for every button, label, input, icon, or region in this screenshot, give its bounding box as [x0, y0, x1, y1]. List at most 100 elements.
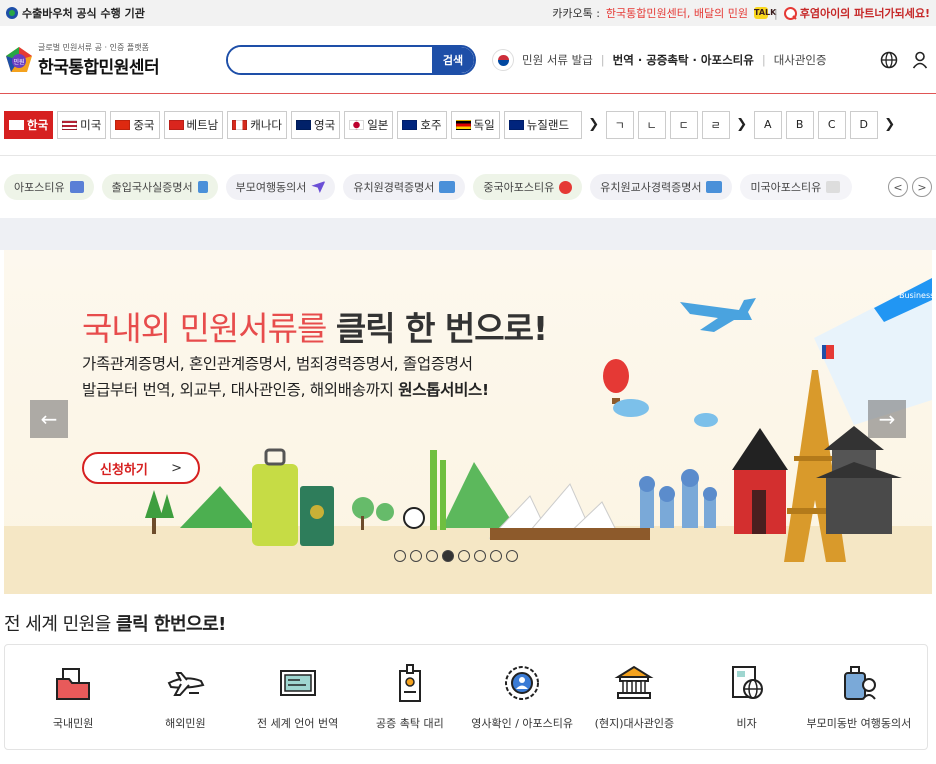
search-bar: 검색 — [226, 44, 476, 75]
country-tab-uk[interactable]: 영국 — [291, 110, 341, 139]
letter-filter-c[interactable]: C — [817, 110, 846, 139]
logo-pentagon-icon: 민원 — [6, 46, 32, 72]
country-tab-japan[interactable]: 일본 — [344, 110, 394, 139]
country-tab-usa[interactable]: 미국 — [57, 110, 107, 139]
country-tab-newzealand[interactable]: 뉴질랜드 — [503, 110, 582, 139]
consonant-filter-d[interactable]: ㄷ — [669, 110, 698, 139]
site-logo[interactable]: 민원 글로벌 민원서류 공 · 인증 플랫폼 한국통합민원센터 — [4, 42, 226, 78]
logo-title: 한국통합민원센터 — [38, 57, 160, 78]
pagination-dot[interactable] — [490, 550, 502, 562]
banner-description: 가족관계증명서, 혼인관계증명서, 범죄경력증명서, 졸업증명서 발급부터 번역… — [82, 355, 489, 399]
banner-headline: 국내외 민원서류를 클릭 한 번으로! — [82, 309, 548, 348]
korea-flag-icon — [9, 119, 24, 130]
kakao-label: 카카오톡 : — [552, 7, 600, 20]
pagination-dot[interactable] — [506, 550, 518, 562]
chip-kindergarten-teacher-career[interactable]: 유치원교사경력증명서 — [590, 174, 733, 200]
chip-next-button[interactable]: > — [912, 177, 932, 197]
book-icon — [197, 181, 208, 193]
pagination-dot[interactable] — [426, 550, 438, 562]
export-voucher-notice[interactable]: 수출바우처 공식 수행 기관 — [6, 5, 145, 21]
main-nav: 민원 서류 발급 | 번역 · 공증촉탁 · 아포스티유 | 대사관인증 — [492, 48, 827, 71]
service-travel-consent[interactable]: 부모미동반 여행동의서 — [807, 663, 911, 731]
badge-icon — [398, 664, 421, 702]
nav-document-issue[interactable]: 민원 서류 발급 — [522, 52, 593, 68]
service-overseas[interactable]: 해외민원 — [133, 663, 237, 731]
chip-china-apostille[interactable]: 중국아포스티유 — [473, 174, 583, 200]
consonant-filter-n[interactable]: ㄴ — [637, 110, 666, 139]
pagination-dot[interactable] — [394, 550, 406, 562]
consonant-filter-r[interactable]: ㄹ — [701, 110, 730, 139]
pagination-dot[interactable] — [442, 550, 454, 562]
kakao-link[interactable]: 한국통합민원센터, 배달의 민원 — [606, 5, 748, 21]
service-visa[interactable]: 비자 — [695, 663, 799, 731]
chip-parent-consent[interactable]: 부모여행동의서 — [225, 174, 336, 200]
top-right-links: 카카오톡 : 한국통합민원센터, 배달의 민원 TALK | 후염아이의 파트너… — [552, 5, 930, 21]
consonant-filter-g[interactable]: ㄱ — [605, 110, 634, 139]
banner-next-button[interactable]: → — [868, 400, 906, 438]
globe-icon[interactable] — [880, 51, 898, 69]
canada-flag-icon — [232, 119, 248, 130]
embassy-icon — [614, 665, 654, 699]
consonant-next-chevron-icon[interactable]: ❯ — [734, 117, 750, 132]
hero-banner: Business 국내외 민원서류를 클릭 한 번으로! 가족관계증명서, 혼인… — [4, 250, 932, 594]
china-flag-icon — [115, 119, 131, 130]
letter-filter-b[interactable]: B — [785, 110, 814, 139]
nav-translation-apostille[interactable]: 번역 · 공증촉탁 · 아포스티유 — [613, 52, 754, 68]
country-tab-vietnam[interactable]: 베트남 — [163, 110, 224, 139]
chip-immigration-record[interactable]: 출입국사실증명서 — [101, 174, 218, 200]
partner-text: 후염아이의 파트너가되세요! — [799, 7, 930, 20]
country-tab-china[interactable]: 중국 — [110, 110, 160, 139]
country-next-chevron-icon[interactable]: ❯ — [586, 117, 602, 132]
service-menu: 국내민원 해외민원 전 세계 언어 번역 공증 촉탁 대리 영사확인 / 아포스… — [4, 644, 928, 750]
letter-filter-a[interactable]: A — [753, 110, 782, 139]
logo-subtitle: 글로벌 민원서류 공 · 인증 플랫폼 — [38, 42, 149, 52]
certificate-icon — [279, 670, 316, 696]
pagination-dot[interactable] — [458, 550, 470, 562]
australia-flag-icon — [402, 119, 418, 130]
partner-link[interactable]: 후염아이의 파트너가되세요! — [783, 5, 930, 21]
pagination-dot[interactable] — [474, 550, 486, 562]
search-input[interactable] — [228, 46, 432, 73]
svg-text:민원: 민원 — [13, 58, 24, 66]
nav-separator: | — [600, 52, 605, 67]
luggage-icon — [843, 666, 876, 700]
apply-button[interactable]: 신청하기 > — [82, 452, 200, 484]
vietnam-flag-icon — [168, 119, 184, 130]
country-tab-australia[interactable]: 호주 — [397, 110, 447, 139]
kakao-icon[interactable]: TALK — [753, 7, 776, 19]
user-icon[interactable] — [912, 51, 928, 69]
nav-embassy-cert[interactable]: 대사관인증 — [774, 52, 827, 68]
service-translation[interactable]: 전 세계 언어 번역 — [246, 663, 350, 731]
pagination-dot[interactable] — [410, 550, 422, 562]
header-icons — [880, 51, 932, 69]
chip-kindergarten-career[interactable]: 유치원경력증명서 — [343, 174, 466, 200]
country-tab-korea[interactable]: 한국 — [4, 110, 54, 139]
letter-next-chevron-icon[interactable]: ❯ — [882, 117, 898, 132]
germany-flag-icon — [455, 119, 471, 130]
letter-filter-d[interactable]: D — [849, 110, 878, 139]
usa-flag-icon — [62, 119, 78, 130]
banner-prev-button[interactable]: ← — [30, 400, 68, 438]
service-notary[interactable]: 공증 촉탁 대리 — [358, 663, 462, 731]
id-card-icon — [439, 181, 456, 193]
chip-prev-button[interactable]: < — [888, 177, 908, 197]
banner-pagination — [394, 550, 518, 562]
visa-icon — [731, 666, 763, 699]
chip-apostille[interactable]: 아포스티유 — [4, 174, 94, 200]
nav-separator: | — [761, 52, 766, 67]
seal-icon — [505, 666, 540, 700]
korea-taeguk-icon — [492, 48, 514, 71]
service-domestic[interactable]: 국내민원 — [21, 663, 125, 731]
svg-text:Business: Business — [899, 291, 932, 300]
search-button[interactable]: 검색 — [432, 46, 474, 73]
country-tab-germany[interactable]: 독일 — [450, 110, 500, 139]
service-consular-apostille[interactable]: 영사확인 / 아포스티유 — [470, 663, 574, 731]
document-icon — [69, 181, 84, 193]
china-flag-icon — [559, 180, 573, 194]
chip-usa-apostille[interactable]: 미국아포스티유 — [740, 174, 853, 200]
document-icon — [826, 181, 841, 193]
section-title: 전 세계 민원을 클릭 한번으로! — [4, 614, 226, 635]
service-embassy[interactable]: (현지)대사관인증 — [582, 663, 686, 731]
globe-icon — [6, 7, 18, 19]
country-tab-canada[interactable]: 캐나다 — [227, 110, 288, 139]
